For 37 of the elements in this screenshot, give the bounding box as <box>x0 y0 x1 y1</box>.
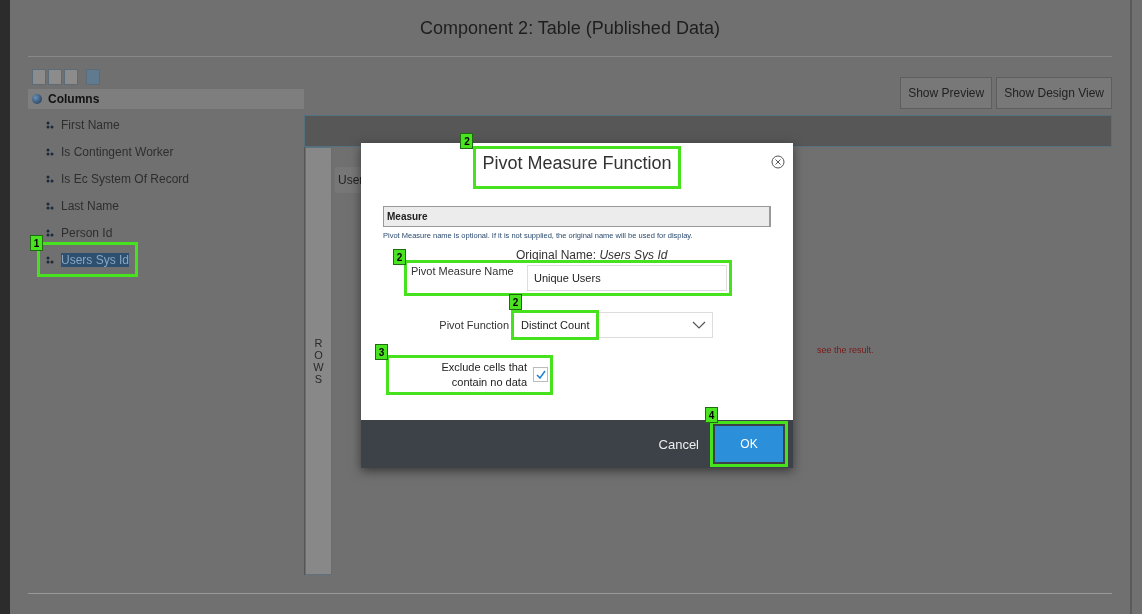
sidebar-item[interactable]: Is Ec System Of Record <box>61 171 190 186</box>
dimension-icon <box>46 255 54 264</box>
close-icon[interactable] <box>771 155 785 169</box>
callout-badge: 2 <box>460 133 474 149</box>
dimension-icon <box>46 120 54 129</box>
callout-badge: 1 <box>30 235 43 251</box>
callout-badge: 3 <box>375 344 388 360</box>
view-button[interactable]: Show Design View <box>996 77 1112 109</box>
dimension-icon <box>46 147 54 156</box>
callout-badge: 4 <box>705 407 718 423</box>
chevron-down-icon <box>692 321 706 329</box>
globe-icon <box>32 94 42 104</box>
sidebar-item[interactable]: Users Sys Id <box>61 252 129 267</box>
error-message: see the result. <box>817 345 874 355</box>
cancel-button[interactable]: Cancel <box>658 436 699 452</box>
callout-badge: 2 <box>509 294 522 310</box>
dimension-icon <box>46 228 54 237</box>
field-label: Pivot Measure Name <box>410 265 515 277</box>
dropdown[interactable]: Distinct Count <box>513 312 713 338</box>
sidebar-item[interactable]: Person Id <box>61 225 113 240</box>
input-field[interactable]: Unique Users <box>527 265 727 291</box>
checkbox[interactable] <box>533 367 548 383</box>
window-title: Component 2: Table (Published Data) <box>420 17 720 39</box>
field-label: Pivot Function <box>438 319 510 331</box>
dimension-icon <box>46 174 54 183</box>
sidebar-item[interactable]: Last Name <box>61 198 120 213</box>
callout-badge: 2 <box>393 249 406 265</box>
section-header: Measure <box>383 206 771 227</box>
dimension-icon <box>46 201 54 210</box>
rows-label: ROWS <box>313 336 324 386</box>
view-button[interactable]: Show Preview <box>900 77 993 109</box>
ok-button[interactable]: OK <box>715 426 783 462</box>
sidebar-item[interactable]: First Name <box>61 117 120 132</box>
columns-header[interactable]: Columns <box>28 89 304 109</box>
sidebar-item[interactable]: Is Contingent Worker <box>61 144 174 159</box>
checkbox-label: Exclude cells that contain no data <box>440 360 527 390</box>
columns-title: Columns <box>48 92 100 106</box>
